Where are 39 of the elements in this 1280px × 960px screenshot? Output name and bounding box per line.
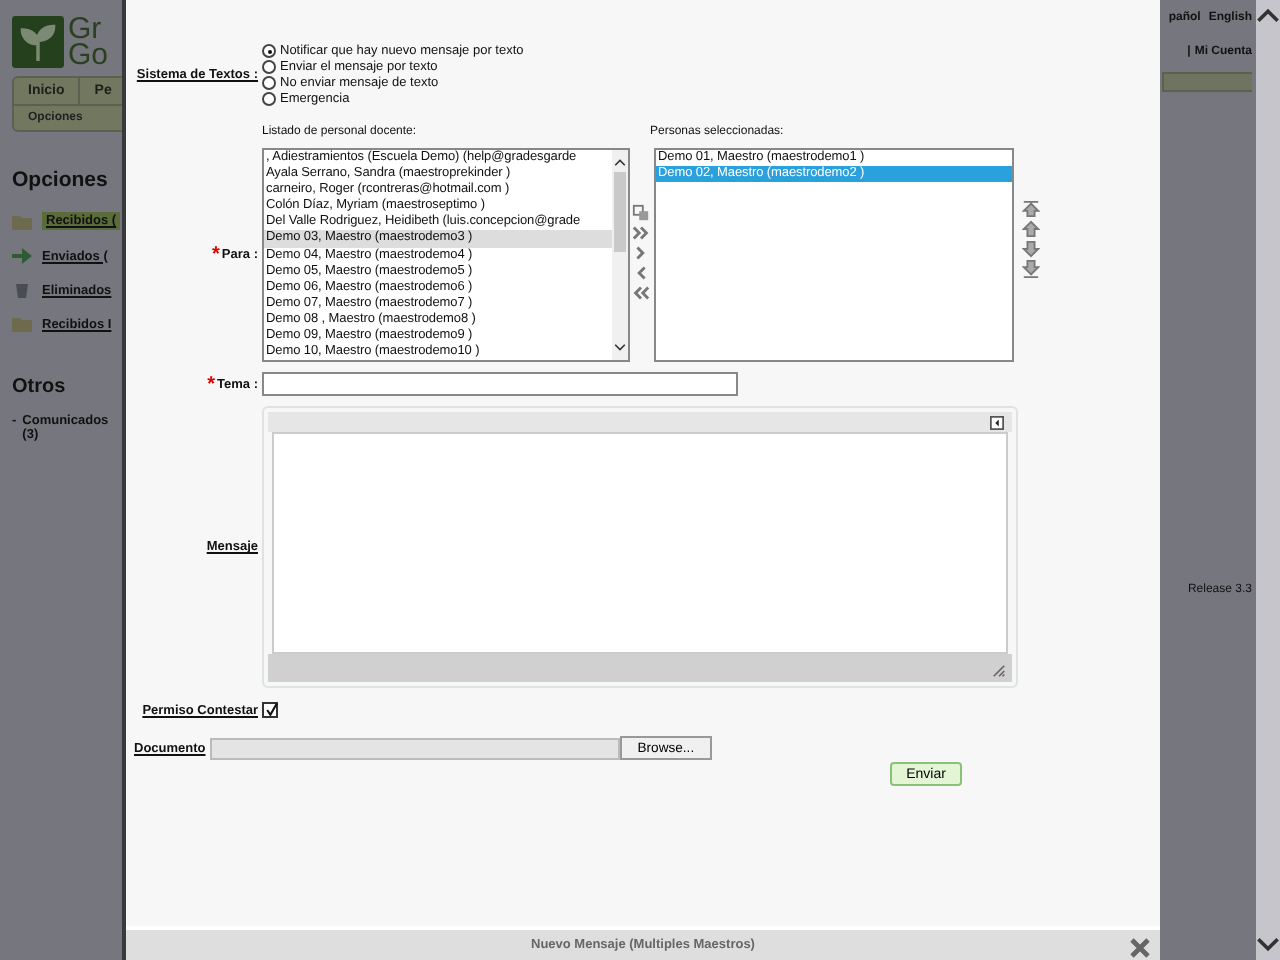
scroll-up-icon[interactable] [612, 154, 628, 170]
side-panel [1162, 72, 1252, 92]
resize-grip-icon[interactable] [992, 664, 1006, 678]
trash-icon [12, 282, 32, 298]
logo-text: Go [68, 42, 109, 68]
page-heading: Opciones [12, 168, 110, 192]
arrow-icon [12, 248, 32, 264]
radio-button[interactable] [262, 92, 276, 106]
message-input[interactable] [272, 432, 1008, 654]
scroll-up-icon[interactable] [1256, 6, 1280, 26]
staff-listbox[interactable] [262, 148, 630, 362]
chevron-right-icon[interactable] [632, 244, 650, 262]
file-path-field[interactable] [209, 737, 620, 759]
collapse-toolbar-icon[interactable] [990, 415, 1004, 429]
checkbox[interactable] [262, 702, 278, 718]
leaf-logo-icon [12, 16, 64, 68]
move-top-icon[interactable] [1022, 200, 1040, 218]
move-down-icon[interactable] [1022, 240, 1040, 258]
move-up-icon[interactable] [1022, 220, 1040, 238]
move-bottom-icon[interactable] [1022, 260, 1040, 278]
folder-icon [12, 213, 32, 229]
move-all-icon[interactable] [632, 204, 650, 222]
page-scrollbar[interactable] [1256, 0, 1280, 960]
logo-text: Gr [68, 16, 102, 42]
required-mark: * [207, 373, 216, 395]
scroll-down-icon[interactable] [1256, 934, 1280, 954]
folder-icon [12, 316, 32, 332]
double-chevron-left-icon[interactable] [632, 284, 650, 302]
radio-button[interactable] [262, 44, 276, 58]
section-heading: Otros [12, 376, 68, 398]
required-mark: * [212, 244, 220, 266]
chevron-left-icon[interactable] [632, 264, 650, 282]
list-scrollbar[interactable] [612, 150, 628, 360]
radio-button[interactable] [262, 60, 276, 74]
close-icon[interactable] [1130, 938, 1150, 958]
scroll-down-icon[interactable] [612, 340, 628, 356]
subject-input[interactable] [262, 371, 738, 395]
radio-button[interactable] [262, 76, 276, 90]
double-chevron-right-icon[interactable] [632, 224, 650, 242]
